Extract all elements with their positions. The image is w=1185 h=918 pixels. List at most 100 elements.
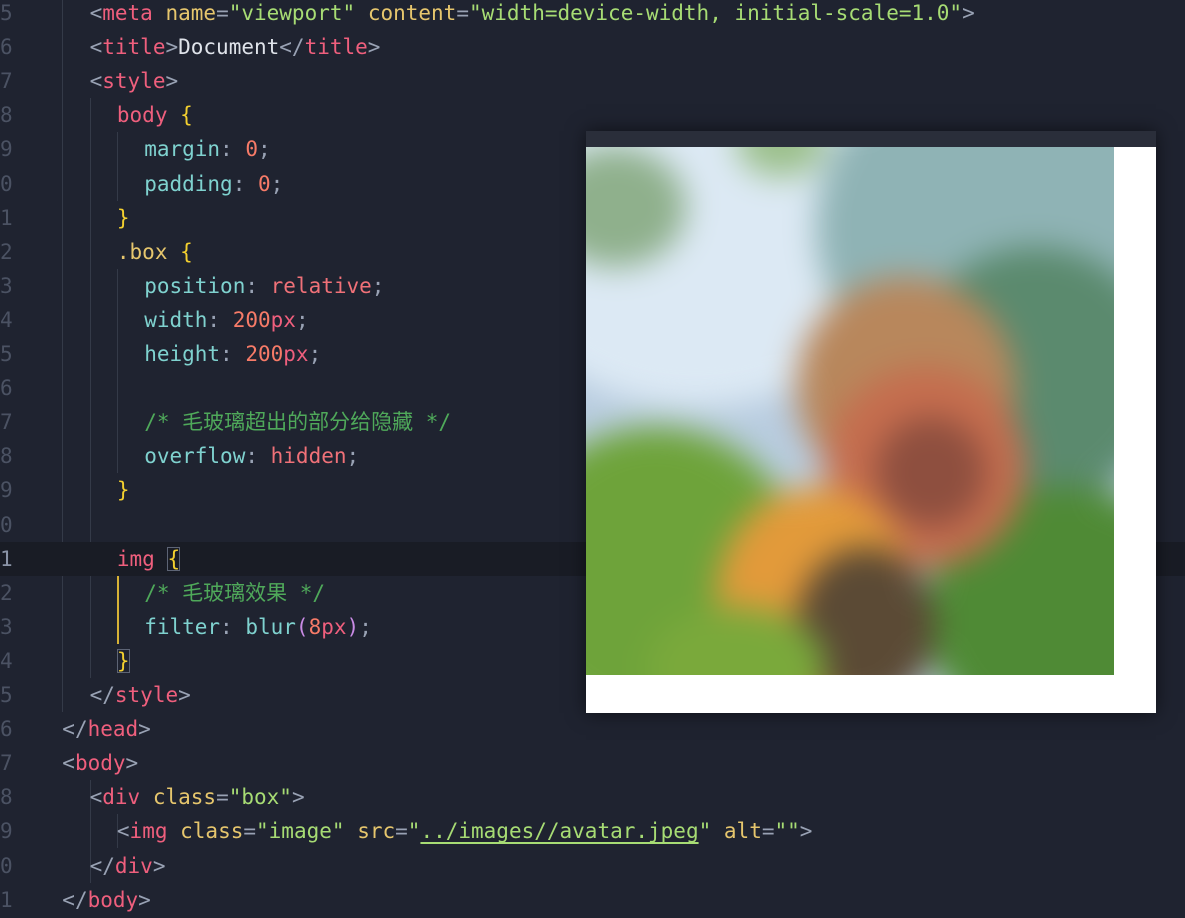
code-token: px [321,614,347,639]
line-number: 1 [0,205,13,230]
code-line[interactable]: 7 <style> [0,64,1185,98]
code-token: 0 [245,137,258,162]
code-text: <body> [62,746,138,780]
code-token: overflow [144,444,246,469]
code-line[interactable]: 9 <img class="image" src="../images//avat… [0,814,1185,848]
code-token: ; [308,342,322,366]
line-number: 0 [0,853,13,878]
code-text: overflow: hidden; [144,439,359,473]
line-number: 9 [0,819,13,844]
code-token: /* 毛玻璃效果 */ [144,580,326,605]
code-token: : [232,171,258,196]
code-token: Document [178,35,280,60]
code-text: } [116,644,130,678]
code-token: alt [723,819,762,844]
code-line[interactable]: 5 <meta name="viewport" content="width=de… [0,0,1185,30]
code-token: meta [102,1,153,25]
code-token: " [698,819,712,844]
code-token: = [216,1,229,25]
code-token: < [62,751,75,776]
code-text: <img class="image" src="../images//avata… [117,814,813,848]
code-text: </head> [62,712,151,746]
code-token: /* 毛玻璃超出的部分给隐藏 */ [144,410,452,435]
code-token: width [144,307,208,332]
code-token: < [89,1,103,25]
code-token: px [283,342,309,366]
code-text: .box { [117,235,193,269]
code-token: head [87,717,139,742]
code-text: <style> [90,64,179,98]
line-number: 8 [0,103,13,128]
code-token: </ [279,35,305,60]
code-text: /* 毛玻璃超出的部分给隐藏 */ [144,405,451,439]
code-token: </ [62,717,88,742]
code-token: </ [89,683,115,707]
line-number: 6 [0,376,13,401]
line-number: 5 [0,342,13,366]
code-token: style [114,683,179,707]
line-number: 9 [0,478,13,503]
preview-titlebar[interactable] [586,131,1156,147]
code-token: < [89,785,103,810]
code-token: filter [144,614,221,639]
code-token: : [220,342,246,366]
code-token: position [144,273,246,298]
code-text: </div> [90,849,166,883]
code-token: ; [346,444,360,469]
code-text: width: 200px; [144,303,308,337]
code-text: position: relative; [144,269,384,303]
code-token: margin [144,137,221,162]
code-line[interactable]: 6 </head> [0,712,1185,746]
code-line[interactable]: 7 <body> [0,746,1185,780]
code-line[interactable]: 8 body { [0,98,1185,132]
code-token: blur [245,614,296,639]
code-token: height [144,342,221,366]
line-number: 0 [0,512,13,537]
code-token: title [102,35,166,60]
code-token: = [395,819,408,844]
code-token: body [74,751,126,776]
code-token: { [180,239,193,264]
line-number: 4 [0,307,13,332]
code-text: height: 200px; [144,337,321,371]
line-number: 7 [0,69,13,94]
line-number: 3 [0,614,13,639]
line-number: 6 [0,717,13,742]
code-text: } [117,473,130,507]
code-token: > [962,1,975,25]
code-text: <title>Document</title> [90,30,381,64]
code-token: 8 [308,614,322,639]
code-token: img [129,819,168,844]
line-number: 7 [0,410,13,435]
code-token: } [116,478,130,503]
code-line[interactable]: 6 <title>Document</title> [0,30,1185,64]
line-number: 2 [0,580,13,605]
code-line[interactable]: 0 </div> [0,849,1185,883]
line-number: 3 [0,273,13,298]
code-token: name [165,1,217,25]
line-number: 9 [0,137,13,162]
line-number: 5 [0,1,13,25]
code-token: "width=device-width, initial-scale=1.0" [468,1,963,25]
code-token: ; [371,273,385,298]
line-number: 8 [0,444,13,469]
code-token: "image" [256,819,345,844]
code-text: /* 毛玻璃效果 */ [144,576,325,610]
code-line[interactable]: 8 <div class="box"> [0,780,1185,814]
blurred-avatar-image [586,147,1114,675]
code-token: < [116,819,130,844]
code-token: content [367,1,457,25]
code-token: } [116,205,130,230]
code-text: } [117,201,130,235]
code-token: = [243,819,257,844]
code-token: { [180,103,193,128]
code-line[interactable]: 1 </body> [0,883,1185,917]
code-token: class [180,819,244,844]
code-token: style [102,69,166,94]
code-token: < [89,69,103,94]
code-token: : [220,614,246,639]
code-text: <meta name="viewport" content="width=dev… [90,0,975,30]
